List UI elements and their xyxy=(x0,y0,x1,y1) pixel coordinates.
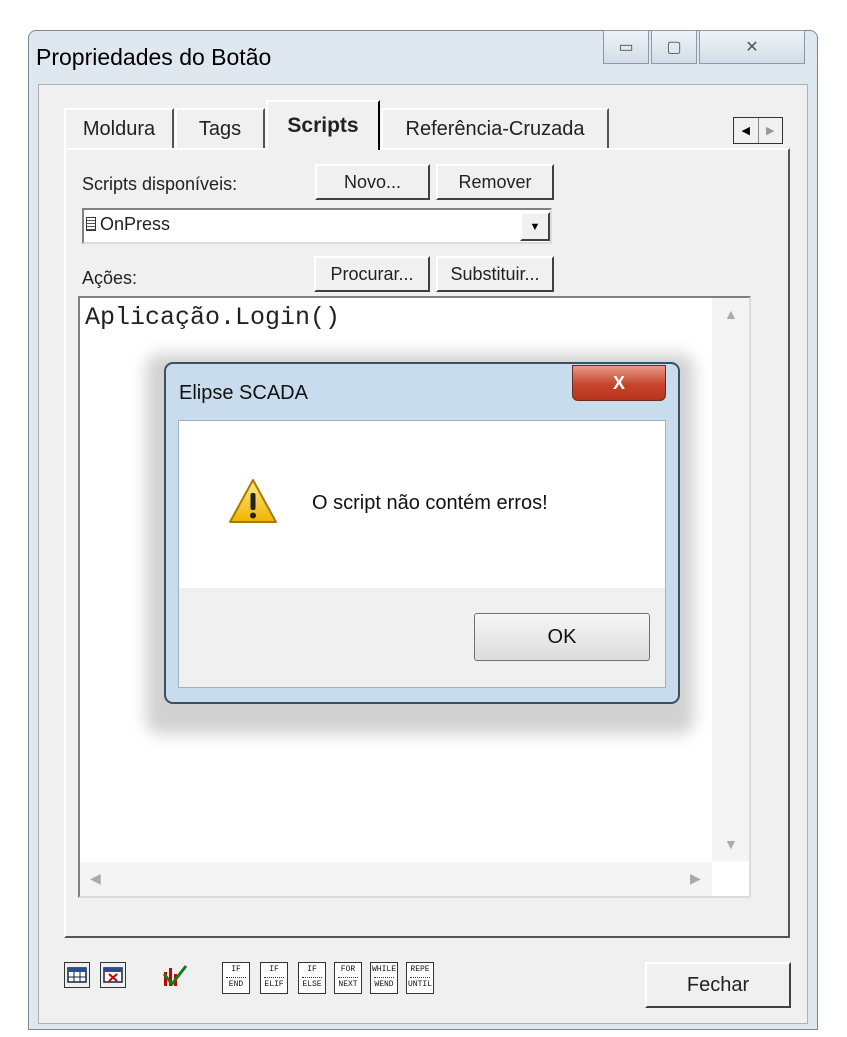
repeat-until-button[interactable]: REPE UNTIL xyxy=(406,962,434,994)
tab-moldura[interactable]: Moldura xyxy=(64,108,174,148)
warning-icon xyxy=(228,478,278,524)
if-elif-button[interactable]: IF ELIF xyxy=(260,962,288,994)
tab-scroll-right-icon[interactable]: ▶ xyxy=(759,118,783,143)
kw-divider xyxy=(302,977,322,978)
horizontal-scrollbar[interactable]: ◀ ▶ xyxy=(80,862,712,896)
scroll-right-icon[interactable]: ▶ xyxy=(690,870,701,887)
check-script-icon[interactable] xyxy=(160,962,190,990)
dialog-title: Elipse SCADA xyxy=(179,382,308,404)
maximize-button[interactable]: ▢ xyxy=(651,30,697,64)
remove-script-button[interactable]: Remover xyxy=(436,164,554,200)
kw-top: REPE xyxy=(410,965,430,974)
for-next-button[interactable]: FOR NEXT xyxy=(334,962,362,994)
kw-divider xyxy=(226,977,246,978)
kw-divider xyxy=(374,977,394,978)
kw-top: IF xyxy=(231,965,241,974)
kw-top: IF xyxy=(269,965,279,974)
scroll-down-icon[interactable]: ▼ xyxy=(724,836,738,852)
kw-bottom: END xyxy=(228,980,244,989)
window-title: Propriedades do Botão xyxy=(36,44,272,70)
kw-top: WHILE xyxy=(371,965,396,974)
tab-referencia-cruzada[interactable]: Referência-Cruzada xyxy=(381,108,609,148)
minimize-button[interactable]: ▭ xyxy=(603,30,649,64)
vertical-scrollbar[interactable]: ▲ ▼ xyxy=(712,298,749,861)
script-code[interactable]: Aplicação.Login() xyxy=(85,303,340,332)
replace-button[interactable]: Substituir... xyxy=(436,256,554,292)
close-window-button[interactable]: Fechar xyxy=(645,962,791,1008)
dialog-close-button[interactable]: X xyxy=(572,365,666,401)
actions-label: Ações: xyxy=(82,268,138,288)
scroll-left-icon[interactable]: ◀ xyxy=(90,870,101,887)
minimize-icon: ▭ xyxy=(618,39,634,56)
kw-bottom: WEND xyxy=(374,980,394,989)
tab-tags[interactable]: Tags xyxy=(175,108,265,148)
kw-bottom: ELIF xyxy=(264,980,284,989)
selected-script-value: OnPress xyxy=(100,214,171,234)
chevron-down-icon[interactable]: ▼ xyxy=(520,212,550,241)
close-icon: ✕ xyxy=(745,39,759,56)
kw-bottom: UNTIL xyxy=(407,980,432,989)
delete-grid-icon[interactable] xyxy=(100,962,126,988)
script-doc-icon xyxy=(86,217,96,231)
tab-scroll-buttons: ◀ ▶ xyxy=(733,117,783,144)
tab-scripts[interactable]: Scripts xyxy=(266,100,380,150)
kw-divider xyxy=(410,977,430,978)
scripts-available-label: Scripts disponíveis: xyxy=(82,174,238,194)
dialog-message: O script não contém erros! xyxy=(312,492,548,514)
maximize-icon: ▢ xyxy=(666,39,682,56)
kw-divider xyxy=(338,977,358,978)
kw-bottom: NEXT xyxy=(338,980,358,989)
grid-icon[interactable] xyxy=(64,962,90,988)
scroll-up-icon[interactable]: ▲ xyxy=(724,306,738,322)
find-button[interactable]: Procurar... xyxy=(314,256,430,292)
new-script-button[interactable]: Novo... xyxy=(315,164,430,200)
if-else-button[interactable]: IF ELSE xyxy=(298,962,326,994)
window-close-button[interactable]: ✕ xyxy=(699,30,805,64)
while-wend-button[interactable]: WHILE WEND xyxy=(370,962,398,994)
kw-divider xyxy=(264,977,284,978)
kw-top: IF xyxy=(307,965,317,974)
ok-button[interactable]: OK xyxy=(474,613,650,661)
kw-top: FOR xyxy=(340,965,356,974)
kw-bottom: ELSE xyxy=(302,980,322,989)
close-icon: X xyxy=(612,372,625,393)
if-end-button[interactable]: IF END xyxy=(222,962,250,994)
tab-scroll-left-icon[interactable]: ◀ xyxy=(734,118,759,143)
